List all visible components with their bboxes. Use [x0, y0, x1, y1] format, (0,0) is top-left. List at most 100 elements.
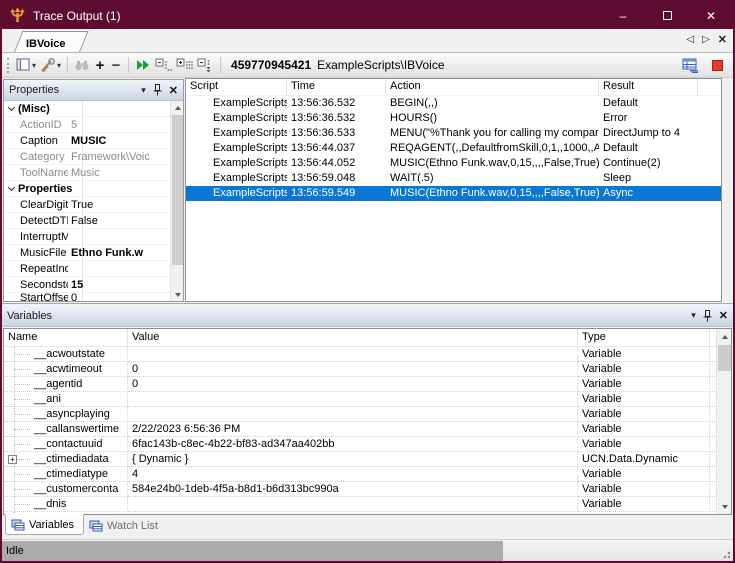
- close-button[interactable]: ✕: [689, 2, 733, 29]
- close-panel-icon[interactable]: ✕: [169, 84, 178, 97]
- tab-ibvoice[interactable]: IBVoice: [14, 31, 80, 52]
- scroll-down-icon[interactable]: [171, 288, 184, 301]
- expand-toggle-icon[interactable]: +: [8, 455, 17, 464]
- property-value[interactable]: MUSIC: [68, 135, 170, 147]
- property-row[interactable]: Secondsto 15: [4, 277, 170, 293]
- window-position-icon[interactable]: ▾: [141, 85, 146, 96]
- variable-row[interactable]: +__ctimediadata { Dynamic } UCN.Data.Dyn…: [4, 452, 731, 467]
- column-header-time[interactable]: Time: [287, 79, 386, 95]
- resize-grip-icon[interactable]: [721, 549, 731, 559]
- property-value[interactable]: False: [68, 215, 170, 227]
- scroll-down-icon[interactable]: [717, 499, 732, 514]
- property-row[interactable]: InterruptMe: [4, 229, 170, 245]
- properties-scrollbar[interactable]: [170, 101, 183, 301]
- scrollbar-thumb[interactable]: [172, 115, 183, 265]
- variable-row[interactable]: +__dnis Variable: [4, 497, 731, 512]
- column-header-result[interactable]: Result: [599, 79, 698, 95]
- variable-value-cell[interactable]: [128, 392, 578, 407]
- property-row[interactable]: ActionID 5: [4, 117, 170, 133]
- trace-time-cell: 13:56:36.532: [287, 111, 386, 126]
- tab-variables[interactable]: Variables: [5, 514, 84, 535]
- variable-row[interactable]: +__agentid 0 Variable: [4, 377, 731, 392]
- variable-row[interactable]: +__acwoutstate Variable: [4, 347, 731, 362]
- trace-row[interactable]: ExampleScripts 13:56:36.532 BEGIN(,,) De…: [186, 96, 721, 111]
- property-row[interactable]: MusicFile Ethno Funk.w: [4, 245, 170, 261]
- variable-value-cell[interactable]: 0: [128, 362, 578, 377]
- property-row[interactable]: StartOffset 0: [4, 293, 170, 301]
- toolbar-grip[interactable]: [7, 58, 10, 73]
- step-into-button[interactable]: [174, 55, 195, 76]
- variables-scrollbar[interactable]: [716, 329, 731, 514]
- property-group-row[interactable]: Properties: [4, 181, 170, 197]
- variable-value-cell[interactable]: 2/22/2023 6:56:36 PM: [128, 422, 578, 437]
- scroll-tabs-right-icon[interactable]: ▷: [702, 34, 710, 45]
- tools-button[interactable]: ▾: [38, 55, 63, 76]
- property-value[interactable]: Ethno Funk.w: [68, 247, 170, 259]
- property-value[interactable]: True: [68, 199, 170, 211]
- trace-row[interactable]: ExampleScripts 13:56:44.052 MUSIC(Ethno …: [186, 156, 721, 171]
- pin-icon[interactable]: [703, 310, 712, 322]
- scroll-up-icon[interactable]: [717, 329, 732, 344]
- property-value[interactable]: Framework\Voic: [68, 151, 170, 163]
- property-row[interactable]: Caption MUSIC: [4, 133, 170, 149]
- column-header-type[interactable]: Type: [578, 329, 710, 346]
- tab-watch-list[interactable]: Watch List: [84, 515, 167, 536]
- property-row[interactable]: ToolName Music: [4, 165, 170, 181]
- add-button[interactable]: +: [92, 55, 108, 76]
- close-tab-icon[interactable]: ✕: [718, 33, 727, 46]
- variable-row[interactable]: +__customerconta 584e24b0-1deb-4f5a-b8d1…: [4, 482, 731, 497]
- window-position-icon[interactable]: ▾: [691, 310, 696, 321]
- variable-value-cell[interactable]: [128, 497, 578, 512]
- property-group-row[interactable]: (Misc): [4, 101, 170, 117]
- trace-row[interactable]: ExampleScripts 13:56:59.048 WAIT(.5) Sle…: [186, 171, 721, 186]
- minimize-button[interactable]: –: [601, 2, 645, 29]
- remove-button[interactable]: −: [108, 55, 124, 76]
- trace-row[interactable]: ExampleScripts 13:56:59.549 MUSIC(Ethno …: [186, 186, 721, 201]
- title-bar: Trace Output (1) – ✕: [2, 2, 733, 29]
- column-header-value[interactable]: Value: [128, 329, 578, 346]
- column-header-script[interactable]: Script: [186, 79, 287, 95]
- property-value[interactable]: Music: [68, 167, 170, 179]
- scrollbar-thumb[interactable]: [718, 345, 731, 371]
- continue-run-button[interactable]: [133, 55, 153, 76]
- variable-value-cell[interactable]: [128, 347, 578, 362]
- variable-value-cell[interactable]: 584e24b0-1deb-4f5a-b8d1-b6d313bc990a: [128, 482, 578, 497]
- scroll-up-icon[interactable]: [171, 101, 184, 114]
- variable-row[interactable]: +__acwtimeout 0 Variable: [4, 362, 731, 377]
- trace-row[interactable]: ExampleScripts 13:56:44.037 REQAGENT(,,D…: [186, 141, 721, 156]
- find-button[interactable]: [72, 55, 92, 76]
- collapse-chevron-icon[interactable]: [4, 188, 18, 190]
- property-row[interactable]: Category Framework\Voic: [4, 149, 170, 165]
- show-grid-button[interactable]: [680, 55, 702, 76]
- step-over-button[interactable]: [153, 55, 174, 76]
- variable-value-cell[interactable]: 4: [128, 467, 578, 482]
- variable-row[interactable]: +__contactuuid 6fac143b-c8ec-4b22-bf83-a…: [4, 437, 731, 452]
- close-panel-icon[interactable]: ✕: [719, 309, 728, 322]
- stop-trace-icon[interactable]: [712, 60, 723, 71]
- column-header-name[interactable]: Name: [4, 329, 128, 346]
- scroll-tabs-left-icon[interactable]: ◁: [686, 34, 694, 45]
- maximize-button[interactable]: [645, 2, 689, 29]
- variable-value-cell[interactable]: [128, 407, 578, 422]
- variable-row[interactable]: +__ani Variable: [4, 392, 731, 407]
- trace-row[interactable]: ExampleScripts 13:56:36.533 MENU("%Thank…: [186, 126, 721, 141]
- column-header-action[interactable]: Action: [386, 79, 599, 95]
- trace-script-cell: ExampleScripts: [186, 171, 287, 186]
- variable-row[interactable]: +__ctimediatype 4 Variable: [4, 467, 731, 482]
- variable-value-cell[interactable]: 6fac143b-c8ec-4b22-bf83-ad347aa402bb: [128, 437, 578, 452]
- property-row[interactable]: RepeatInde: [4, 261, 170, 277]
- property-value[interactable]: 0: [68, 293, 170, 301]
- property-row[interactable]: ClearDigits True: [4, 197, 170, 213]
- pin-icon[interactable]: [153, 84, 162, 96]
- variable-value-cell[interactable]: 0: [128, 377, 578, 392]
- property-value[interactable]: 15: [68, 279, 170, 291]
- trace-row[interactable]: ExampleScripts 13:56:36.532 HOURS() Erro…: [186, 111, 721, 126]
- property-row[interactable]: DetectDTM False: [4, 213, 170, 229]
- variable-row[interactable]: +__asyncplaying Variable: [4, 407, 731, 422]
- property-value[interactable]: 5: [68, 119, 170, 131]
- collapse-chevron-icon[interactable]: [4, 108, 18, 110]
- variable-value-cell[interactable]: { Dynamic }: [128, 452, 578, 467]
- variable-row[interactable]: +__callanswertime 2/22/2023 6:56:36 PM V…: [4, 422, 731, 437]
- step-out-button[interactable]: [195, 55, 216, 76]
- view-options-button[interactable]: ▾: [14, 55, 38, 76]
